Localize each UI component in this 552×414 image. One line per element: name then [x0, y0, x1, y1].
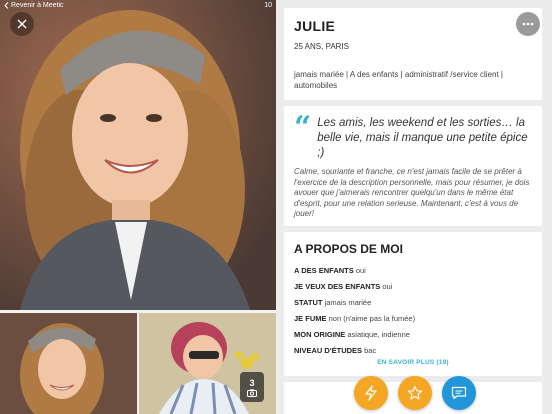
profile-tags: jamais mariée | A des enfants | administ…	[294, 70, 503, 90]
back-to-app-link[interactable]: Revenir à Meetic	[4, 2, 64, 9]
photo-count-badge[interactable]: 3	[240, 372, 264, 402]
about-row-key: A DES ENFANTS	[294, 266, 354, 275]
profile-quote-card: “ Les amis, les weekend et les sorties… …	[284, 106, 542, 226]
about-row-value: asiatique, indienne	[347, 330, 410, 339]
about-me-title: A PROPOS DE MOI	[294, 242, 403, 256]
about-row: STATUT jamais mariée	[294, 296, 532, 312]
main-photo-illustration	[0, 0, 276, 310]
close-icon	[17, 19, 27, 29]
profile-description: Calme, souriante et franche, ce n'est ja…	[294, 167, 530, 218]
about-row: JE VEUX DES ENFANTS oui	[294, 280, 532, 296]
about-me-card: A PROPOS DE MOI A DES ENFANTS oui JE VEU…	[284, 232, 542, 376]
quote-icon: “	[294, 110, 312, 145]
about-row-value: jamais mariée	[324, 298, 372, 307]
camera-icon	[247, 388, 257, 397]
profile-header-card: JULIE 25 ANS, PARIS jamais mariée | A de…	[284, 8, 542, 100]
more-icon	[522, 22, 534, 26]
about-row-key: JE VEUX DES ENFANTS	[294, 282, 381, 291]
close-button[interactable]	[10, 12, 34, 36]
about-row-value: oui	[355, 266, 366, 275]
about-row-key: JE FUME	[294, 314, 327, 323]
about-row-value: non (n'aime pas la fumée)	[328, 314, 416, 323]
status-time: 10	[264, 2, 272, 9]
main-photo[interactable]	[0, 0, 276, 310]
profile-name: JULIE	[294, 18, 336, 34]
star-icon	[407, 385, 423, 400]
about-row: NIVEAU D'ÉTUDES bac	[294, 344, 532, 360]
back-to-app-label: Revenir à Meetic	[11, 2, 64, 9]
photo-gallery: Revenir à Meetic 10 3	[0, 0, 276, 414]
flash-icon	[365, 385, 377, 401]
profile-age-city: 25 ANS, PARIS	[294, 42, 349, 51]
about-row-key: MON ORIGINE	[294, 330, 346, 339]
chevron-left-icon	[4, 2, 9, 9]
about-row: MON ORIGINE asiatique, indienne	[294, 328, 532, 344]
about-row-value: bac	[364, 346, 377, 355]
thumbnail-photo-1[interactable]	[0, 313, 137, 414]
status-bar: Revenir à Meetic 10	[0, 0, 276, 12]
profile-panel: JULIE 25 ANS, PARIS jamais mariée | A de…	[276, 0, 552, 414]
message-button[interactable]	[442, 376, 476, 410]
about-row-key: STATUT	[294, 298, 323, 307]
see-more-link[interactable]: EN SAVOIR PLUS (19)	[284, 359, 542, 366]
about-row-value: oui	[382, 282, 393, 291]
thumbnail-1-illustration	[0, 313, 137, 414]
about-row-key: NIVEAU D'ÉTUDES	[294, 346, 363, 355]
photo-count-value: 3	[249, 377, 255, 388]
chat-icon	[451, 386, 467, 400]
more-options-button[interactable]	[516, 12, 540, 36]
profile-headline: Les amis, les weekend et les sorties… la…	[317, 117, 528, 159]
flash-button[interactable]	[354, 376, 388, 410]
favorite-button[interactable]	[398, 376, 432, 410]
about-row: A DES ENFANTS oui	[294, 264, 532, 280]
about-row: JE FUME non (n'aime pas la fumée)	[294, 312, 532, 328]
